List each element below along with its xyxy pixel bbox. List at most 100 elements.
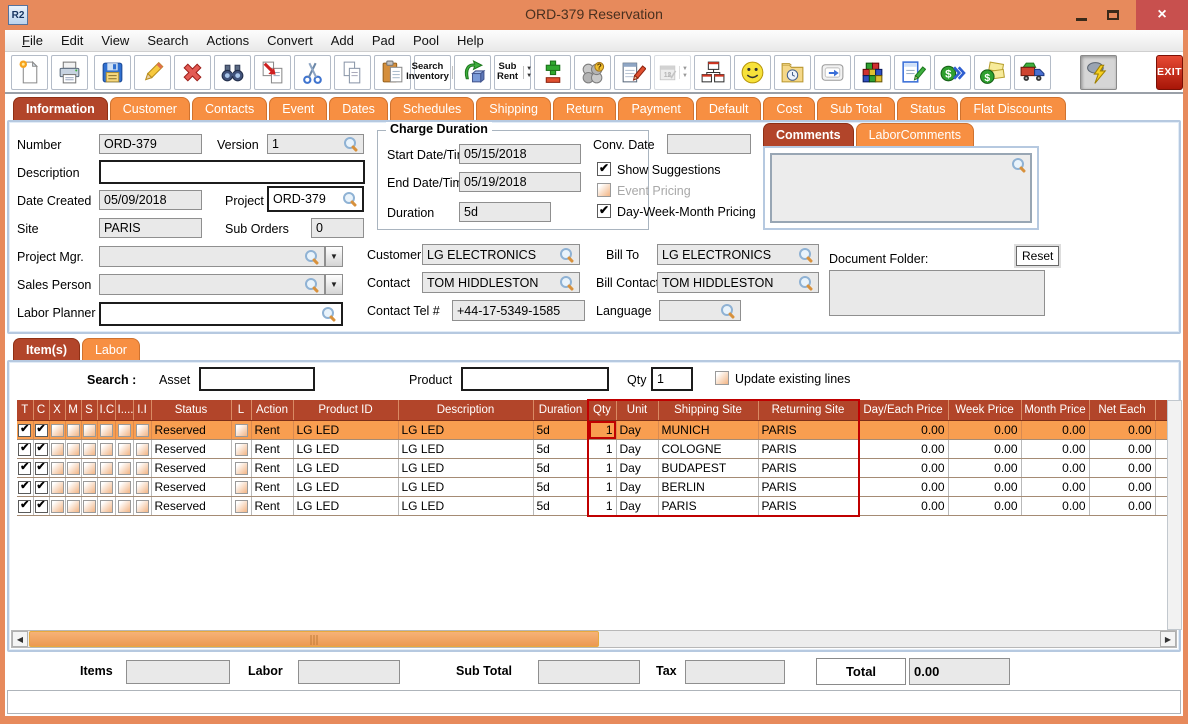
description-field[interactable] (99, 160, 365, 184)
cell-net-each[interactable]: 0.00 (1089, 496, 1156, 516)
cell-duration[interactable]: 5d (533, 439, 589, 459)
cell-returning-site[interactable]: PARIS (758, 458, 859, 478)
cell-action[interactable]: Rent (251, 458, 294, 478)
cell-month-price[interactable]: 0.00 (1021, 458, 1090, 478)
row-checkbox[interactable] (18, 461, 32, 475)
row-checkbox[interactable] (18, 480, 32, 494)
cell-description[interactable]: LG LED (398, 439, 534, 459)
cell-checkbox[interactable] (81, 496, 98, 516)
duration-field[interactable]: 5d (459, 202, 551, 222)
bill-contact-field[interactable]: TOM HIDDLESTON (657, 272, 819, 293)
column-header-x[interactable]: X (49, 400, 66, 421)
cell-day-each-price[interactable]: 0.00 (858, 458, 949, 478)
cell-day-each-price[interactable]: 0.00 (858, 477, 949, 497)
column-header-s[interactable]: S (81, 400, 98, 421)
column-header-returning-site[interactable]: Returning Site (758, 400, 859, 421)
cell-qty[interactable]: 1 (588, 477, 617, 497)
edit-document-button[interactable] (894, 54, 931, 90)
row-checkbox[interactable] (50, 423, 64, 437)
row-checkbox[interactable] (234, 423, 248, 437)
cell-checkbox[interactable] (65, 420, 82, 440)
project-mgr-field[interactable] (99, 246, 325, 267)
cell-description[interactable]: LG LED (398, 458, 534, 478)
project-mgr-dropdown[interactable]: ▼ (325, 246, 343, 267)
cell-product-id[interactable]: LG LED (293, 439, 399, 459)
tab-labor[interactable]: Labor (81, 338, 140, 361)
cell-status[interactable]: Reserved (151, 439, 232, 459)
row-checkbox[interactable] (34, 461, 48, 475)
row-checkbox[interactable] (99, 461, 113, 475)
column-header-i[interactable]: I.... (115, 400, 134, 421)
cell-status[interactable]: Reserved (151, 420, 232, 440)
row-checkbox[interactable] (82, 423, 96, 437)
cell-checkbox[interactable] (231, 420, 252, 440)
tab-laborcomments[interactable]: LaborComments (855, 123, 974, 146)
cell-product-id[interactable]: LG LED (293, 477, 399, 497)
group-button[interactable]: ? (574, 54, 611, 90)
cell-checkbox[interactable] (33, 458, 50, 478)
cell-checkbox[interactable] (115, 477, 134, 497)
table-row[interactable]: ReservedRentLG LEDLG LED5d1DayCOLOGNEPAR… (17, 439, 1167, 459)
row-checkbox[interactable] (82, 480, 96, 494)
delete-button[interactable] (174, 54, 211, 90)
cell-product-id[interactable]: LG LED (293, 420, 399, 440)
column-header-month-price[interactable]: Month Price (1021, 400, 1090, 421)
search-inventory-button[interactable]: Search Inventory ▼▼ (406, 54, 461, 90)
dropdown-arrows-icon[interactable]: ▼▼ (679, 65, 688, 79)
day-week-month-pricing-checkbox[interactable] (597, 204, 611, 218)
menu-item-pool[interactable]: Pool (404, 31, 448, 51)
cell-action[interactable]: Rent (251, 477, 294, 497)
cell-returning-site[interactable]: PARIS (758, 439, 859, 459)
cell-checkbox[interactable] (81, 458, 98, 478)
cell-checkbox[interactable] (97, 439, 116, 459)
cell-net-each[interactable]: 0.00 (1089, 458, 1156, 478)
language-field[interactable] (659, 300, 741, 321)
conv-date-field[interactable] (667, 134, 751, 154)
tab-schedules[interactable]: Schedules (389, 97, 475, 120)
notes-button[interactable] (614, 54, 651, 90)
cell-status[interactable]: Reserved (151, 496, 232, 516)
hierarchy-button[interactable] (694, 54, 731, 90)
cell-checkbox[interactable] (231, 496, 252, 516)
cell-checkbox[interactable] (49, 458, 66, 478)
cell-tot[interactable] (1155, 496, 1167, 516)
row-checkbox[interactable] (34, 442, 48, 456)
cell-unit[interactable]: Day (616, 477, 659, 497)
menu-item-view[interactable]: View (92, 31, 138, 51)
cell-checkbox[interactable] (133, 420, 152, 440)
reset-button[interactable]: Reset (1016, 246, 1060, 266)
cell-checkbox[interactable] (133, 477, 152, 497)
row-checkbox[interactable] (34, 499, 48, 513)
column-header-action[interactable]: Action (251, 400, 294, 421)
cell-checkbox[interactable] (231, 439, 252, 459)
cell-checkbox[interactable] (49, 477, 66, 497)
row-checkbox[interactable] (135, 461, 149, 475)
lookup-icon[interactable] (560, 275, 575, 290)
version-field[interactable]: 1 (267, 134, 364, 154)
cell-action[interactable]: Rent (251, 420, 294, 440)
find-button[interactable] (214, 54, 251, 90)
row-checkbox[interactable] (82, 461, 96, 475)
cell-checkbox[interactable] (65, 458, 82, 478)
start-date-field[interactable]: 05/15/2018 (459, 144, 581, 164)
end-date-field[interactable]: 05/19/2018 (459, 172, 581, 192)
column-header-m[interactable]: M (65, 400, 82, 421)
table-row[interactable]: ReservedRentLG LEDLG LED5d1DayBUDAPESTPA… (17, 458, 1167, 478)
exit-button[interactable]: EXIT (1156, 54, 1183, 90)
column-header-description[interactable]: Description (398, 400, 534, 421)
cell-action[interactable]: Rent (251, 439, 294, 459)
cell-month-price[interactable]: 0.00 (1021, 439, 1090, 459)
cell-checkbox[interactable] (97, 496, 116, 516)
row-checkbox[interactable] (99, 423, 113, 437)
cell-checkbox[interactable] (97, 458, 116, 478)
row-checkbox[interactable] (117, 461, 131, 475)
maximize-button[interactable] (1102, 7, 1124, 23)
cell-checkbox[interactable] (97, 420, 116, 440)
lookup-icon[interactable] (344, 137, 359, 151)
labor-planner-field[interactable] (99, 302, 343, 326)
edit-button[interactable] (134, 54, 171, 90)
cell-status[interactable]: Reserved (151, 477, 232, 497)
column-header-net-each[interactable]: Net Each (1089, 400, 1156, 421)
cell-returning-site[interactable]: PARIS (758, 477, 859, 497)
cell-duration[interactable]: 5d (533, 496, 589, 516)
